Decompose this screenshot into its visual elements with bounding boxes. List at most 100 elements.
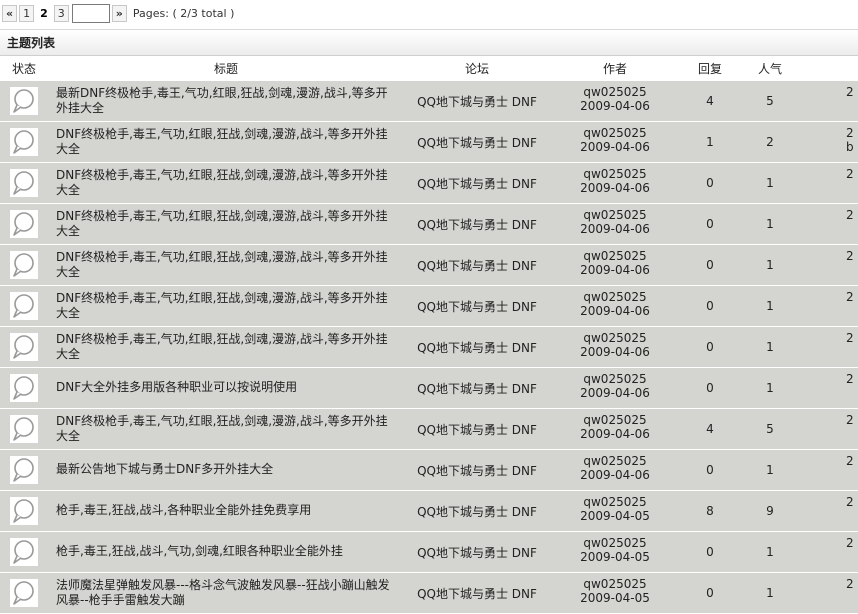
last-post-cell: 2 bbox=[846, 331, 854, 345]
author-link[interactable]: qw025025 bbox=[560, 249, 670, 263]
topic-title-link[interactable]: DNF终极枪手,毒王,气功,红眼,狂战,剑魂,漫游,战斗,等多开外挂大全 bbox=[56, 250, 398, 280]
view-count: 5 bbox=[766, 94, 774, 108]
page-link-3[interactable]: 3 bbox=[53, 5, 69, 22]
topic-title-link[interactable]: 枪手,毒王,狂战,战斗,各种职业全能外挂免费享用 bbox=[56, 503, 398, 518]
post-date: 2009-04-06 bbox=[580, 263, 650, 277]
last-post-line-1: 2 bbox=[846, 85, 854, 99]
post-date: 2009-04-06 bbox=[580, 345, 650, 359]
view-count: 1 bbox=[766, 176, 774, 190]
forum-link[interactable]: QQ地下城与勇士 DNF bbox=[404, 544, 550, 561]
author-cell: qw025025 2009-04-05 bbox=[560, 577, 670, 605]
view-count: 1 bbox=[766, 381, 774, 395]
topic-title-link[interactable]: 最新公告地下城与勇士DNF多开外挂大全 bbox=[56, 462, 398, 477]
topic-title-link[interactable]: DNF终极枪手,毒王,气功,红眼,狂战,剑魂,漫游,战斗,等多开外挂大全 bbox=[56, 414, 398, 444]
reply-count: 0 bbox=[706, 299, 714, 313]
topic-status-icon bbox=[10, 292, 38, 320]
author-link[interactable]: qw025025 bbox=[560, 495, 670, 509]
topic-status-icon bbox=[10, 456, 38, 484]
post-date: 2009-04-05 bbox=[580, 509, 650, 523]
last-post-line-1: 2 bbox=[846, 290, 854, 304]
table-row: DNF终极枪手,毒王,气功,红眼,狂战,剑魂,漫游,战斗,等多开外挂大全 QQ地下… bbox=[0, 163, 858, 204]
post-date: 2009-04-06 bbox=[580, 140, 650, 154]
last-post-cell: 2 bbox=[846, 413, 854, 427]
forum-link[interactable]: QQ地下城与勇士 DNF bbox=[404, 462, 550, 479]
post-date: 2009-04-06 bbox=[580, 304, 650, 318]
author-cell: qw025025 2009-04-06 bbox=[560, 208, 670, 236]
author-link[interactable]: qw025025 bbox=[560, 413, 670, 427]
last-post-line-1: 2 bbox=[846, 413, 854, 427]
author-link[interactable]: qw025025 bbox=[560, 536, 670, 550]
forum-link[interactable]: QQ地下城与勇士 DNF bbox=[404, 134, 550, 151]
reply-count: 0 bbox=[706, 545, 714, 559]
topic-title-link[interactable]: DNF终极枪手,毒王,气功,红眼,狂战,剑魂,漫游,战斗,等多开外挂大全 bbox=[56, 127, 398, 157]
reply-count: 4 bbox=[706, 94, 714, 108]
first-page-button[interactable]: « bbox=[2, 5, 18, 22]
author-link[interactable]: qw025025 bbox=[560, 577, 670, 591]
topic-status-icon bbox=[10, 169, 38, 197]
topic-title-link[interactable]: DNF大全外挂多用版各种职业可以按说明使用 bbox=[56, 380, 398, 395]
last-post-cell: 2 bbox=[846, 249, 854, 263]
table-row: DNF终极枪手,毒王,气功,红眼,狂战,剑魂,漫游,战斗,等多开外挂大全 QQ地下… bbox=[0, 286, 858, 327]
post-date: 2009-04-06 bbox=[580, 222, 650, 236]
last-post-cell: 2b bbox=[846, 126, 854, 154]
view-count: 1 bbox=[766, 463, 774, 477]
topic-status-icon bbox=[10, 210, 38, 238]
col-author: 作者 bbox=[602, 62, 627, 76]
forum-link[interactable]: QQ地下城与勇士 DNF bbox=[404, 421, 550, 438]
last-post-cell: 2 bbox=[846, 495, 854, 509]
last-post-cell: 2 bbox=[846, 536, 854, 550]
forum-link[interactable]: QQ地下城与勇士 DNF bbox=[404, 380, 550, 397]
topic-status-icon bbox=[10, 579, 38, 607]
last-post-cell: 2 bbox=[846, 454, 854, 468]
last-post-line-1: 2 bbox=[846, 331, 854, 345]
reply-count: 0 bbox=[706, 586, 714, 600]
post-date: 2009-04-06 bbox=[580, 427, 650, 441]
topic-title-link[interactable]: DNF终极枪手,毒王,气功,红眼,狂战,剑魂,漫游,战斗,等多开外挂大全 bbox=[56, 209, 398, 239]
page-link-1[interactable]: 1 bbox=[19, 5, 35, 22]
view-count: 9 bbox=[766, 504, 774, 518]
topic-title-link[interactable]: DNF终极枪手,毒王,气功,红眼,狂战,剑魂,漫游,战斗,等多开外挂大全 bbox=[56, 332, 398, 362]
col-replies: 回复 bbox=[697, 62, 722, 76]
page-link-2-current[interactable]: 2 bbox=[36, 5, 52, 22]
table-row: DNF终极枪手,毒王,气功,红眼,狂战,剑魂,漫游,战斗,等多开外挂大全 QQ地下… bbox=[0, 245, 858, 286]
post-date: 2009-04-05 bbox=[580, 591, 650, 605]
topic-status-icon bbox=[10, 374, 38, 402]
last-post-cell: 2 bbox=[846, 577, 854, 591]
author-link[interactable]: qw025025 bbox=[560, 290, 670, 304]
last-post-line-1: 2 bbox=[846, 577, 854, 591]
topic-title-link[interactable]: DNF终极枪手,毒王,气功,红眼,狂战,剑魂,漫游,战斗,等多开外挂大全 bbox=[56, 291, 398, 321]
reply-count: 4 bbox=[706, 422, 714, 436]
reply-count: 0 bbox=[706, 258, 714, 272]
reply-count: 0 bbox=[706, 340, 714, 354]
author-link[interactable]: qw025025 bbox=[560, 126, 670, 140]
forum-link[interactable]: QQ地下城与勇士 DNF bbox=[404, 216, 550, 233]
author-link[interactable]: qw025025 bbox=[560, 454, 670, 468]
next-page-button[interactable]: » bbox=[111, 5, 127, 22]
forum-link[interactable]: QQ地下城与勇士 DNF bbox=[404, 298, 550, 315]
post-date: 2009-04-06 bbox=[580, 386, 650, 400]
author-cell: qw025025 2009-04-06 bbox=[560, 249, 670, 277]
view-count: 1 bbox=[766, 586, 774, 600]
topic-title-link[interactable]: 法师魔法星弹触发风暴---格斗念气波触发风暴--狂战小蹦山触发风暴--枪手手雷触… bbox=[56, 578, 398, 608]
view-count: 5 bbox=[766, 422, 774, 436]
topic-title-link[interactable]: 最新DNF终极枪手,毒王,气功,红眼,狂战,剑魂,漫游,战斗,等多开外挂大全 bbox=[56, 86, 398, 116]
forum-link[interactable]: QQ地下城与勇士 DNF bbox=[404, 585, 550, 602]
author-link[interactable]: qw025025 bbox=[560, 331, 670, 345]
author-link[interactable]: qw025025 bbox=[560, 85, 670, 99]
topic-title-link[interactable]: 枪手,毒王,狂战,战斗,气功,剑魂,红眼各种职业全能外挂 bbox=[56, 544, 398, 559]
reply-count: 0 bbox=[706, 217, 714, 231]
author-link[interactable]: qw025025 bbox=[560, 167, 670, 181]
table-row: DNF大全外挂多用版各种职业可以按说明使用 QQ地下城与勇士 DNF qw02502… bbox=[0, 368, 858, 409]
forum-link[interactable]: QQ地下城与勇士 DNF bbox=[404, 175, 550, 192]
author-link[interactable]: qw025025 bbox=[560, 372, 670, 386]
forum-link[interactable]: QQ地下城与勇士 DNF bbox=[404, 93, 550, 110]
author-link[interactable]: qw025025 bbox=[560, 208, 670, 222]
topic-title-link[interactable]: DNF终极枪手,毒王,气功,红眼,狂战,剑魂,漫游,战斗,等多开外挂大全 bbox=[56, 168, 398, 198]
last-post-line-1: 2 bbox=[846, 495, 854, 509]
page-jump-input[interactable] bbox=[71, 4, 110, 23]
forum-link[interactable]: QQ地下城与勇士 DNF bbox=[404, 257, 550, 274]
last-post-line-1: 2 bbox=[846, 454, 854, 468]
forum-link[interactable]: QQ地下城与勇士 DNF bbox=[404, 339, 550, 356]
forum-link[interactable]: QQ地下城与勇士 DNF bbox=[404, 503, 550, 520]
post-date: 2009-04-05 bbox=[580, 550, 650, 564]
